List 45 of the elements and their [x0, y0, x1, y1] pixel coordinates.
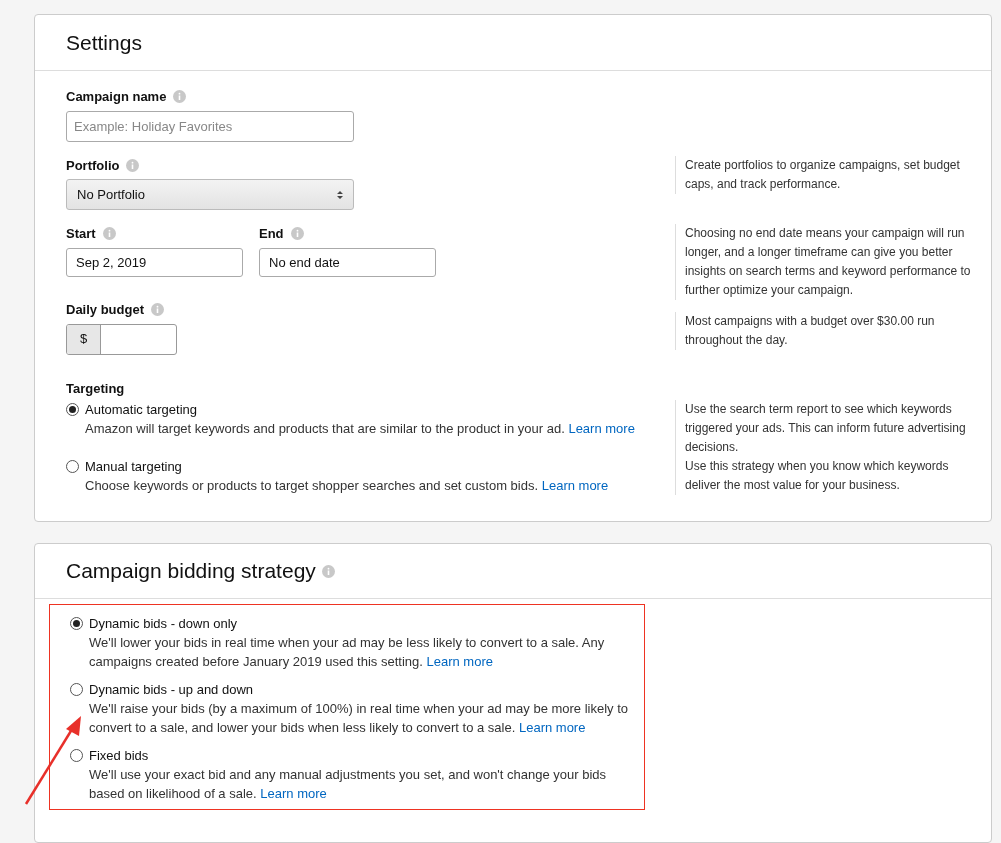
option-description: Amazon will target keywords and products that are similar to the product in your ad. Learn more [85, 420, 635, 438]
field-label: Start [66, 225, 96, 243]
option-label[interactable]: Fixed bids [89, 746, 634, 765]
info-icon[interactable] [102, 227, 116, 241]
learn-more-link[interactable]: Learn more [518, 720, 586, 735]
option-label[interactable]: Dynamic bids - up and down [89, 680, 634, 699]
section-label: Targeting [66, 380, 125, 396]
budget-field[interactable]: $ [66, 323, 177, 355]
info-icon[interactable] [151, 303, 164, 317]
radio-button[interactable] [70, 749, 83, 762]
field-label: Campaign name [66, 88, 167, 106]
field-label: End [259, 225, 284, 243]
learn-more-link[interactable]: Learn more [260, 786, 327, 801]
field-label: Daily budget [66, 301, 144, 319]
info-icon[interactable] [321, 564, 335, 578]
learn-more-link[interactable]: Learn more [568, 421, 635, 436]
text-field[interactable]: Example: Holiday Favorites [66, 110, 354, 142]
help-text: Most campaigns with a budget over $30.00 run throughout the day. [675, 312, 991, 350]
field-label: Portfolio [66, 156, 120, 175]
sort-caret-icon [337, 190, 343, 199]
option-description: Choose keywords or products to target shopper searches and set custom bids. Learn more [85, 477, 609, 495]
date-field[interactable]: No end date [259, 247, 436, 277]
learn-more-link[interactable]: Learn more [541, 478, 609, 493]
help-text: Choosing no end date means your campaign will run longer, and a longer timeframe can give you better insights on search terms and keyword performance to further optimize your campaign. [675, 224, 991, 300]
info-icon[interactable] [173, 90, 187, 104]
option-description: We'll use your exact bid and any manual adjustments you set, and won't change your bids based on likelihood of a sale. Learn more [89, 766, 608, 803]
option-label[interactable]: Manual targeting [85, 457, 609, 476]
option-label[interactable]: Automatic targeting [85, 400, 635, 419]
help-text: Use the search term report to see which keywords triggered your ads. This can inform future advertising decisions. [675, 400, 991, 457]
option-label[interactable]: Dynamic bids - down only [89, 614, 634, 633]
radio-button[interactable] [70, 683, 83, 696]
info-icon[interactable] [290, 227, 304, 241]
date-field[interactable]: Sep 2, 2019 [66, 247, 243, 277]
help-text: Create portfolios to organize campaigns, set budget caps, and track performance. [675, 155, 991, 194]
info-icon[interactable] [126, 158, 140, 172]
radio-button[interactable] [66, 460, 79, 473]
radio-button[interactable] [66, 403, 79, 416]
card-title: Settings [66, 29, 142, 56]
portfolio-dropdown[interactable]: No Portfolio [66, 179, 354, 210]
learn-more-link[interactable]: Learn more [426, 654, 493, 669]
card-title: Campaign bidding strategy [66, 558, 316, 585]
help-text: Use this strategy when you know which keywords deliver the most value for your business. [675, 457, 991, 495]
radio-button[interactable] [70, 617, 83, 630]
option-description: We'll lower your bids in real time when your ad may be less likely to convert to a sale. Any campaigns created before January 2019 used this setting. Learn more [89, 634, 606, 671]
option-description: We'll raise your bids (by a maximum of 100%) in real time when your ad may be more likely to convert to a sale, and lower your bids when less likely to convert to a sale. Learn more [89, 700, 630, 737]
